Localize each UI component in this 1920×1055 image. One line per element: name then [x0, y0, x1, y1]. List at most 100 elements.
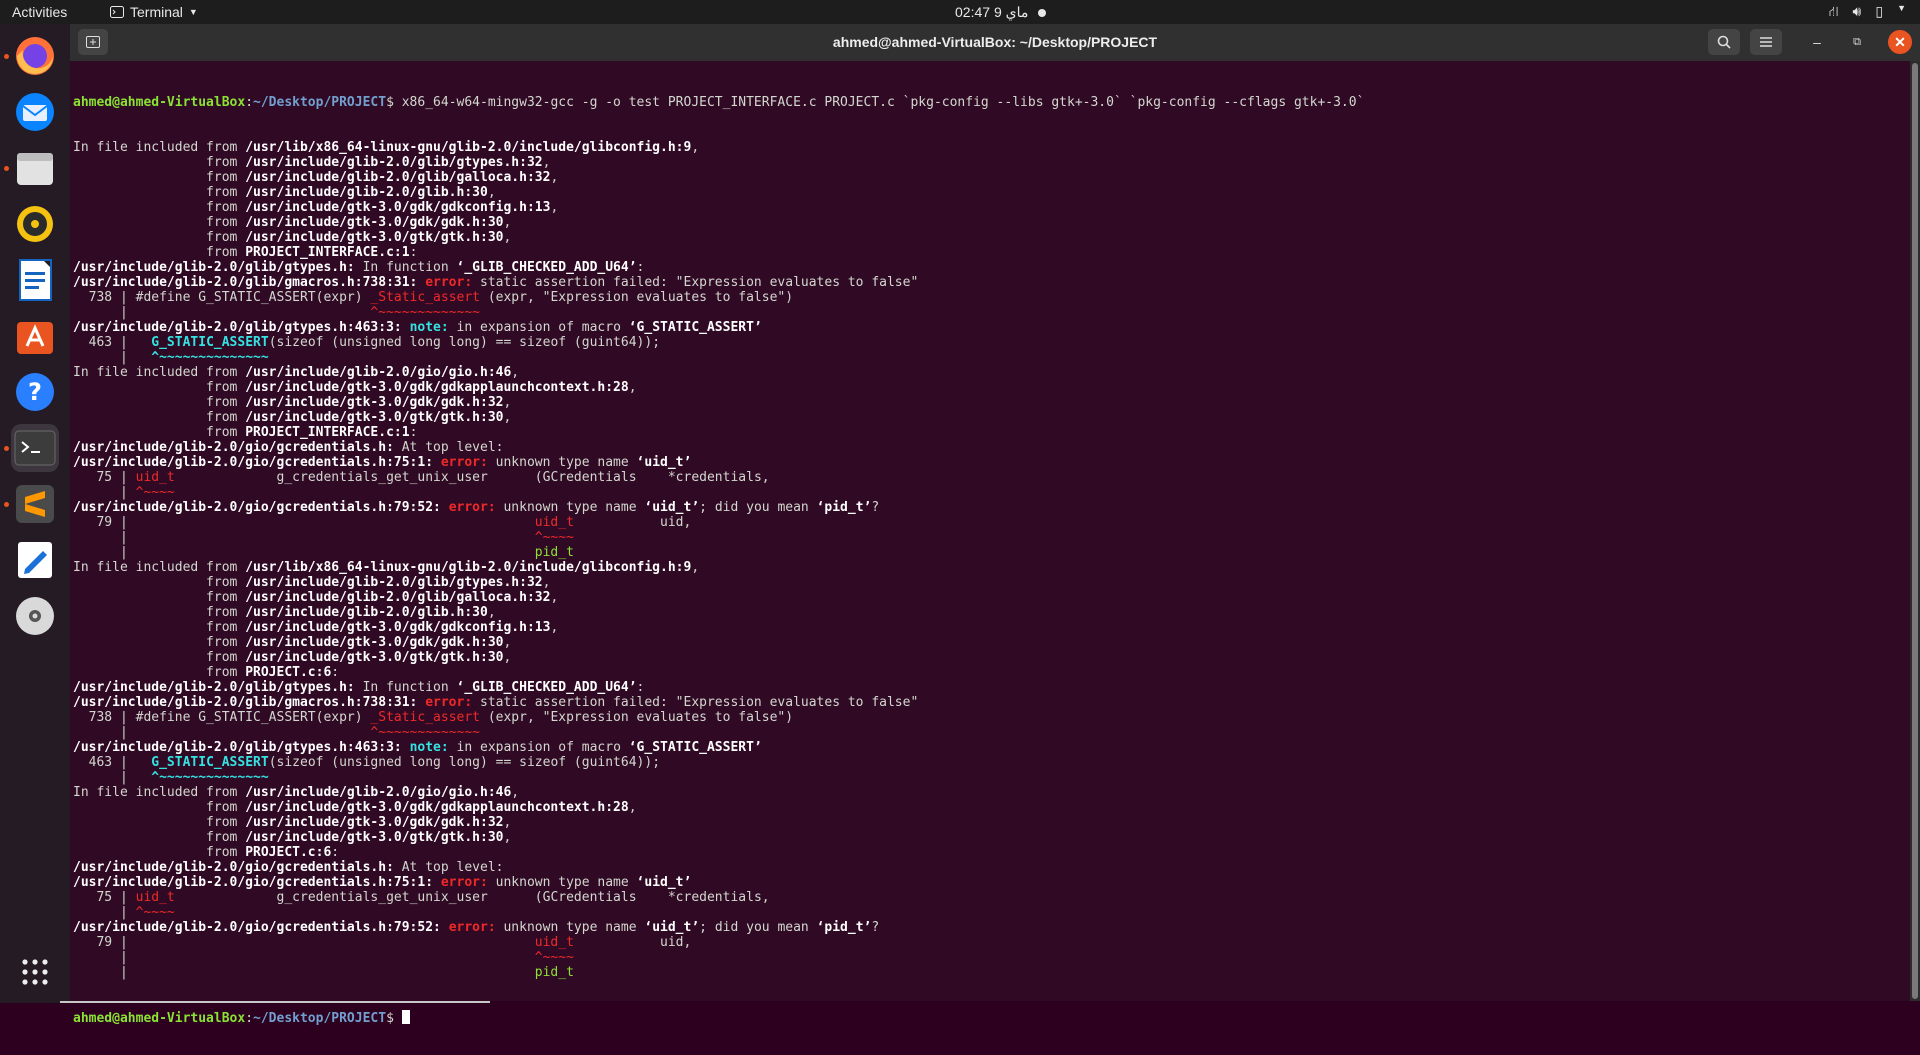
- terminal-text-segment: from: [73, 635, 246, 650]
- command-text: $ x86_64-w64-mingw32-gcc -g -o test PROJ…: [386, 95, 1365, 110]
- terminal-text-segment: /usr/include/gtk-3.0/gtk/gtk.h:30: [245, 410, 504, 425]
- terminal-text-segment: note:: [409, 740, 449, 755]
- terminal-text-segment: ^~~~~: [135, 485, 175, 500]
- dock-terminal[interactable]: [11, 424, 59, 472]
- terminal-line: /usr/include/glib-2.0/gio/gcredentials.h…: [73, 860, 1364, 875]
- terminal-line: /usr/include/glib-2.0/glib/gtypes.h: In …: [73, 680, 1364, 695]
- mail-icon: [16, 93, 54, 131]
- terminal-line: from /usr/include/gtk-3.0/gdk/gdkapplaun…: [73, 800, 1364, 815]
- terminal-text-segment: ,: [542, 155, 551, 170]
- battery-icon[interactable]: ▯: [1875, 3, 1883, 22]
- clock-button[interactable]: ماي 9 02:47: [955, 4, 1047, 21]
- terminal-scrollbar[interactable]: [1910, 61, 1920, 1001]
- terminal-text-segment: :: [409, 425, 418, 440]
- terminal-text-segment: error:: [425, 695, 473, 710]
- terminal-text-segment: /usr/include/glib-2.0/gio/gcredentials.h…: [73, 500, 441, 515]
- search-icon: [1717, 35, 1731, 49]
- terminal-line: In file included from /usr/include/glib-…: [73, 785, 1364, 800]
- dock-firefox[interactable]: [11, 32, 59, 80]
- terminal-text-segment: /usr/include/gtk-3.0/gdk/gdk.h:30: [245, 635, 504, 650]
- dock-help[interactable]: ?: [11, 368, 59, 416]
- dock-software[interactable]: [11, 312, 59, 360]
- terminal-text-segment: 75 |: [73, 470, 136, 485]
- terminal-text-segment: from: [73, 230, 246, 245]
- close-button[interactable]: ✕: [1888, 30, 1912, 54]
- terminal-text-segment: (sizeof (unsigned long long) == sizeof (…: [268, 335, 661, 350]
- search-button[interactable]: [1708, 29, 1740, 55]
- dock-rhythmbox[interactable]: [11, 200, 59, 248]
- terminal-line: from /usr/include/glib-2.0/glib/gtypes.h…: [73, 575, 1364, 590]
- terminal-text-segment: ,: [511, 785, 520, 800]
- dock-writer[interactable]: [11, 256, 59, 304]
- minimize-button[interactable]: –: [1804, 29, 1830, 55]
- terminal-text-segment: |: [73, 725, 371, 740]
- terminal-text-segment: 738 | #define G_STATIC_ASSERT(expr): [73, 290, 371, 305]
- terminal-text-segment: ^~~~~~~~~~~~~~: [370, 305, 480, 320]
- terminal-text-segment: ^~~~~~~~~~~~~~~: [151, 770, 269, 785]
- terminal-text-segment: :: [636, 680, 645, 695]
- dock-dvd[interactable]: [11, 592, 59, 640]
- terminal-text-segment: ‘_GLIB_CHECKED_ADD_U64’: [456, 680, 637, 695]
- terminal-text-segment: /usr/include/glib-2.0/gio/gcredentials.h…: [73, 440, 394, 455]
- terminal-text-segment: from: [73, 665, 246, 680]
- terminal-text-segment: from: [73, 185, 246, 200]
- terminal-line: from /usr/include/gtk-3.0/gdk/gdkconfig.…: [73, 200, 1364, 215]
- terminal-text-segment: ‘uid_t’: [636, 455, 692, 470]
- app-menu-button[interactable]: Terminal ▼: [110, 4, 198, 20]
- terminal-output: ahmed@ahmed-VirtualBox: ~/Desktop/PROJECT…: [73, 65, 1364, 1055]
- terminal-text-segment: ; did you mean: [699, 920, 817, 935]
- scrollbar-thumb[interactable]: [1912, 63, 1918, 999]
- dock-files[interactable]: [11, 144, 59, 192]
- terminal-line: | ^~~~~: [73, 950, 1364, 965]
- terminal-text-segment: ,: [503, 395, 512, 410]
- terminal-text-segment: from: [73, 620, 246, 635]
- terminal-text-segment: from: [73, 380, 246, 395]
- terminal-text-segment: from: [73, 395, 246, 410]
- terminal-text-segment: uid_t: [534, 935, 574, 950]
- hamburger-menu-button[interactable]: [1750, 29, 1782, 55]
- network-icon[interactable]: ⛙: [1829, 3, 1839, 22]
- terminal-text-segment: G_STATIC_ASSERT: [151, 335, 269, 350]
- terminal-text-segment: 463 |: [73, 335, 152, 350]
- terminal-text-segment: from: [73, 845, 246, 860]
- terminal-text-segment: |: [73, 350, 152, 365]
- terminal-text-segment: in expansion of macro: [448, 320, 629, 335]
- terminal-text-segment: ,: [550, 170, 559, 185]
- power-menu-icon[interactable]: ▼: [1897, 3, 1906, 22]
- show-apps-button[interactable]: [11, 948, 59, 996]
- top-bar: Activities Terminal ▼ ماي 9 02:47 ⛙ 🔊︎ ▯…: [0, 0, 1920, 24]
- terminal-text-segment: /usr/include/glib-2.0/gio/gcredentials.h…: [73, 860, 394, 875]
- terminal-text-segment: ,: [550, 200, 559, 215]
- terminal-text-segment: /usr/include/glib-2.0/glib/gtypes.h:463:…: [73, 740, 402, 755]
- terminal-text-segment: pid_t: [534, 965, 574, 980]
- terminal-text-segment: /usr/include/glib-2.0/glib/galloca.h:32: [245, 590, 551, 605]
- terminal-line: from /usr/include/glib-2.0/glib.h:30,: [73, 185, 1364, 200]
- terminal-text-segment: from: [73, 650, 246, 665]
- terminal-line: In file included from /usr/include/glib-…: [73, 365, 1364, 380]
- window-titlebar[interactable]: ahmed@ahmed-VirtualBox: ~/Desktop/PROJEC…: [70, 24, 1920, 61]
- dock-thunderbird[interactable]: [11, 88, 59, 136]
- terminal-text-segment: ^~~~~: [534, 950, 574, 965]
- terminal-line: from /usr/include/glib-2.0/glib/galloca.…: [73, 590, 1364, 605]
- dock-text-editor[interactable]: [11, 536, 59, 584]
- terminal-text-segment: /usr/include/glib-2.0/glib/gtypes.h:: [73, 260, 355, 275]
- terminal-text-segment: /usr/include/glib-2.0/gio/gio.h:46: [245, 785, 512, 800]
- system-tray[interactable]: ⛙ 🔊︎ ▯ ▼: [1829, 3, 1906, 22]
- terminal-view[interactable]: ahmed@ahmed-VirtualBox: ~/Desktop/PROJECT…: [70, 61, 1910, 1026]
- terminal-line: /usr/include/glib-2.0/glib/gmacros.h:738…: [73, 275, 1364, 290]
- terminal-text-segment: |: [73, 545, 535, 560]
- volume-icon[interactable]: 🔊︎: [1853, 3, 1862, 22]
- terminal-text-segment: /usr/include/glib-2.0/gio/gio.h:46: [245, 365, 512, 380]
- terminal-text-segment: In function: [354, 260, 457, 275]
- terminal-text-segment: ,: [691, 140, 700, 155]
- terminal-text-segment: ,: [503, 215, 512, 230]
- dock-sublime[interactable]: [11, 480, 59, 528]
- terminal-text-segment: 75 |: [73, 890, 136, 905]
- terminal-text-segment: g_credentials_get_unix_user (GCredential…: [174, 890, 770, 905]
- terminal-text-segment: :: [409, 245, 418, 260]
- activities-button[interactable]: Activities: [12, 4, 67, 20]
- terminal-text-segment: from: [73, 155, 246, 170]
- terminal-line: | pid_t: [73, 965, 1364, 980]
- restore-button[interactable]: ⧉: [1844, 29, 1870, 55]
